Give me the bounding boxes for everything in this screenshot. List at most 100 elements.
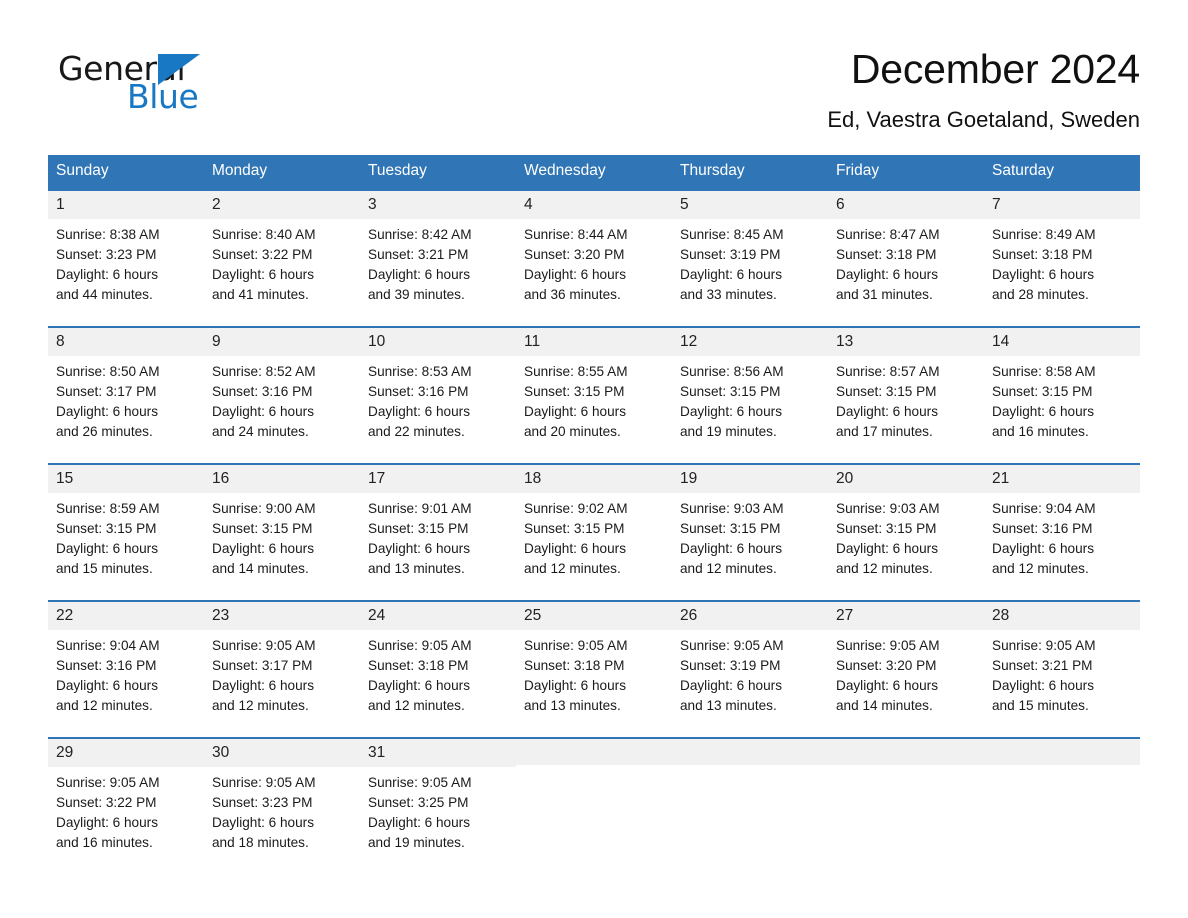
calendar-day-cell[interactable]: 10 Sunrise: 8:53 AM Sunset: 3:16 PM Dayligh… bbox=[360, 325, 516, 464]
daylight-text-line2: and 19 minutes. bbox=[680, 424, 777, 440]
calendar-day-cell[interactable]: 18 Sunrise: 9:02 AM Sunset: 3:15 PM Dayligh… bbox=[516, 462, 672, 601]
sunrise-text: Sunrise: 8:42 AM bbox=[368, 227, 472, 243]
calendar-day-cell[interactable]: 9 Sunrise: 8:52 AM Sunset: 3:16 PM Daylight… bbox=[204, 325, 360, 464]
daylight-text-line1: Daylight: 6 hours bbox=[836, 404, 939, 420]
calendar-day-cell[interactable]: 15 Sunrise: 8:59 AM Sunset: 3:15 PM Dayligh… bbox=[48, 462, 204, 601]
daylight-text-line2: and 33 minutes. bbox=[680, 287, 777, 303]
sunrise-text: Sunrise: 8:55 AM bbox=[524, 364, 628, 380]
calendar-day-cell[interactable]: 22 Sunrise: 9:04 AM Sunset: 3:16 PM Dayligh… bbox=[48, 599, 204, 738]
calendar-empty-cell bbox=[828, 736, 984, 854]
sunset-text: Sunset: 3:23 PM bbox=[56, 247, 157, 263]
daylight-text-line2: and 13 minutes. bbox=[524, 698, 621, 714]
calendar-empty-cell bbox=[672, 736, 828, 854]
day-number bbox=[984, 738, 1140, 765]
sunrise-text: Sunrise: 9:04 AM bbox=[56, 638, 160, 654]
calendar-day-cell[interactable]: 23 Sunrise: 9:05 AM Sunset: 3:17 PM Dayligh… bbox=[204, 599, 360, 738]
daylight-text-line2: and 36 minutes. bbox=[524, 287, 621, 303]
calendar-day-cell[interactable]: 31 Sunrise: 9:05 AM Sunset: 3:25 PM Dayligh… bbox=[360, 736, 516, 854]
day-number: 19 bbox=[672, 464, 828, 494]
sunset-text: Sunset: 3:16 PM bbox=[368, 384, 469, 400]
daylight-text-line2: and 14 minutes. bbox=[212, 561, 309, 577]
day-number: 30 bbox=[204, 738, 360, 768]
calendar-day-cell[interactable]: 6 Sunrise: 8:47 AM Sunset: 3:18 PM Daylight… bbox=[828, 188, 984, 327]
day-details: Sunrise: 8:49 AM Sunset: 3:18 PM Daylight:… bbox=[984, 219, 1140, 305]
calendar-day-cell[interactable]: 14 Sunrise: 8:58 AM Sunset: 3:15 PM Dayligh… bbox=[984, 325, 1140, 464]
calendar-day-cell[interactable]: 4 Sunrise: 8:44 AM Sunset: 3:20 PM Daylight… bbox=[516, 188, 672, 327]
calendar-day-cell[interactable]: 25 Sunrise: 9:05 AM Sunset: 3:18 PM Dayligh… bbox=[516, 599, 672, 738]
day-number: 11 bbox=[516, 327, 672, 357]
day-number: 16 bbox=[204, 464, 360, 494]
calendar-day-cell[interactable]: 7 Sunrise: 8:49 AM Sunset: 3:18 PM Daylight… bbox=[984, 188, 1140, 327]
daylight-text-line2: and 16 minutes. bbox=[56, 835, 153, 851]
daylight-text-line1: Daylight: 6 hours bbox=[524, 267, 627, 283]
sunset-text: Sunset: 3:21 PM bbox=[992, 658, 1093, 674]
daylight-text-line2: and 12 minutes. bbox=[836, 561, 933, 577]
generalblue-logo[interactable]: General Blue bbox=[48, 46, 258, 120]
day-number: 27 bbox=[828, 601, 984, 631]
day-details: Sunrise: 8:44 AM Sunset: 3:20 PM Daylight:… bbox=[516, 219, 672, 305]
sunset-text: Sunset: 3:18 PM bbox=[992, 247, 1093, 263]
day-details: Sunrise: 8:55 AM Sunset: 3:15 PM Daylight:… bbox=[516, 356, 672, 442]
calendar-day-cell[interactable]: 19 Sunrise: 9:03 AM Sunset: 3:15 PM Dayligh… bbox=[672, 462, 828, 601]
sunset-text: Sunset: 3:16 PM bbox=[992, 521, 1093, 537]
day-details: Sunrise: 9:05 AM Sunset: 3:23 PM Daylight:… bbox=[204, 767, 360, 853]
calendar-day-cell[interactable]: 5 Sunrise: 8:45 AM Sunset: 3:19 PM Daylight… bbox=[672, 188, 828, 327]
calendar-day-cell[interactable]: 29 Sunrise: 9:05 AM Sunset: 3:22 PM Dayligh… bbox=[48, 736, 204, 854]
day-number: 15 bbox=[48, 464, 204, 494]
day-details: Sunrise: 8:53 AM Sunset: 3:16 PM Daylight:… bbox=[360, 356, 516, 442]
sunset-text: Sunset: 3:15 PM bbox=[680, 521, 781, 537]
sunset-text: Sunset: 3:18 PM bbox=[836, 247, 937, 263]
daylight-text-line2: and 13 minutes. bbox=[368, 561, 465, 577]
calendar-empty-cell bbox=[516, 736, 672, 854]
page-subtitle: Ed, Vaestra Goetaland, Sweden bbox=[827, 107, 1140, 133]
sunrise-text: Sunrise: 9:05 AM bbox=[680, 638, 784, 654]
calendar-day-cell[interactable]: 3 Sunrise: 8:42 AM Sunset: 3:21 PM Daylight… bbox=[360, 188, 516, 327]
daylight-text-line1: Daylight: 6 hours bbox=[836, 541, 939, 557]
calendar-day-cell[interactable]: 8 Sunrise: 8:50 AM Sunset: 3:17 PM Daylight… bbox=[48, 325, 204, 464]
calendar-day-cell[interactable]: 26 Sunrise: 9:05 AM Sunset: 3:19 PM Dayligh… bbox=[672, 599, 828, 738]
day-details: Sunrise: 9:05 AM Sunset: 3:19 PM Daylight:… bbox=[672, 630, 828, 716]
daylight-text-line2: and 26 minutes. bbox=[56, 424, 153, 440]
sunrise-text: Sunrise: 9:03 AM bbox=[836, 501, 940, 517]
sunset-text: Sunset: 3:22 PM bbox=[212, 247, 313, 263]
calendar-day-cell[interactable]: 12 Sunrise: 8:56 AM Sunset: 3:15 PM Dayligh… bbox=[672, 325, 828, 464]
day-number: 31 bbox=[360, 738, 516, 768]
calendar-day-cell[interactable]: 16 Sunrise: 9:00 AM Sunset: 3:15 PM Dayligh… bbox=[204, 462, 360, 601]
day-number: 8 bbox=[48, 327, 204, 357]
calendar-day-cell[interactable]: 28 Sunrise: 9:05 AM Sunset: 3:21 PM Dayligh… bbox=[984, 599, 1140, 738]
calendar-day-cell[interactable]: 21 Sunrise: 9:04 AM Sunset: 3:16 PM Dayligh… bbox=[984, 462, 1140, 601]
daylight-text-line2: and 12 minutes. bbox=[680, 561, 777, 577]
daylight-text-line1: Daylight: 6 hours bbox=[836, 267, 939, 283]
calendar-day-cell[interactable]: 2 Sunrise: 8:40 AM Sunset: 3:22 PM Daylight… bbox=[204, 188, 360, 327]
day-details: Sunrise: 9:05 AM Sunset: 3:25 PM Daylight:… bbox=[360, 767, 516, 853]
calendar-day-cell[interactable]: 20 Sunrise: 9:03 AM Sunset: 3:15 PM Dayligh… bbox=[828, 462, 984, 601]
sunrise-text: Sunrise: 8:58 AM bbox=[992, 364, 1096, 380]
day-details: Sunrise: 8:45 AM Sunset: 3:19 PM Daylight:… bbox=[672, 219, 828, 305]
sunrise-text: Sunrise: 9:05 AM bbox=[212, 638, 316, 654]
sunrise-text: Sunrise: 8:45 AM bbox=[680, 227, 784, 243]
calendar-day-cell[interactable]: 27 Sunrise: 9:05 AM Sunset: 3:20 PM Dayligh… bbox=[828, 599, 984, 738]
daylight-text-line1: Daylight: 6 hours bbox=[56, 815, 159, 831]
daylight-text-line2: and 18 minutes. bbox=[212, 835, 309, 851]
calendar-week-row: 1 Sunrise: 8:38 AM Sunset: 3:23 PM Daylight… bbox=[48, 188, 1140, 327]
daylight-text-line2: and 12 minutes. bbox=[212, 698, 309, 714]
logo-text-blue: Blue bbox=[127, 77, 199, 116]
sunrise-text: Sunrise: 9:05 AM bbox=[524, 638, 628, 654]
calendar-day-cell[interactable]: 11 Sunrise: 8:55 AM Sunset: 3:15 PM Dayligh… bbox=[516, 325, 672, 464]
calendar-day-cell[interactable]: 13 Sunrise: 8:57 AM Sunset: 3:15 PM Dayligh… bbox=[828, 325, 984, 464]
calendar-day-cell[interactable]: 17 Sunrise: 9:01 AM Sunset: 3:15 PM Dayligh… bbox=[360, 462, 516, 601]
calendar-day-cell[interactable]: 1 Sunrise: 8:38 AM Sunset: 3:23 PM Daylight… bbox=[48, 188, 204, 327]
calendar-day-cell[interactable]: 30 Sunrise: 9:05 AM Sunset: 3:23 PM Dayligh… bbox=[204, 736, 360, 854]
day-details: Sunrise: 9:05 AM Sunset: 3:21 PM Daylight:… bbox=[984, 630, 1140, 716]
calendar-week-row: 15 Sunrise: 8:59 AM Sunset: 3:15 PM Dayligh… bbox=[48, 462, 1140, 601]
day-number: 3 bbox=[360, 190, 516, 220]
calendar-day-cell[interactable]: 24 Sunrise: 9:05 AM Sunset: 3:18 PM Dayligh… bbox=[360, 599, 516, 738]
sunrise-text: Sunrise: 9:02 AM bbox=[524, 501, 628, 517]
daylight-text-line2: and 13 minutes. bbox=[680, 698, 777, 714]
sunset-text: Sunset: 3:18 PM bbox=[368, 658, 469, 674]
weekday-header-tuesday: Tuesday bbox=[360, 155, 516, 190]
day-number: 2 bbox=[204, 190, 360, 220]
daylight-text-line1: Daylight: 6 hours bbox=[368, 541, 471, 557]
daylight-text-line2: and 15 minutes. bbox=[56, 561, 153, 577]
sunset-text: Sunset: 3:15 PM bbox=[836, 384, 937, 400]
